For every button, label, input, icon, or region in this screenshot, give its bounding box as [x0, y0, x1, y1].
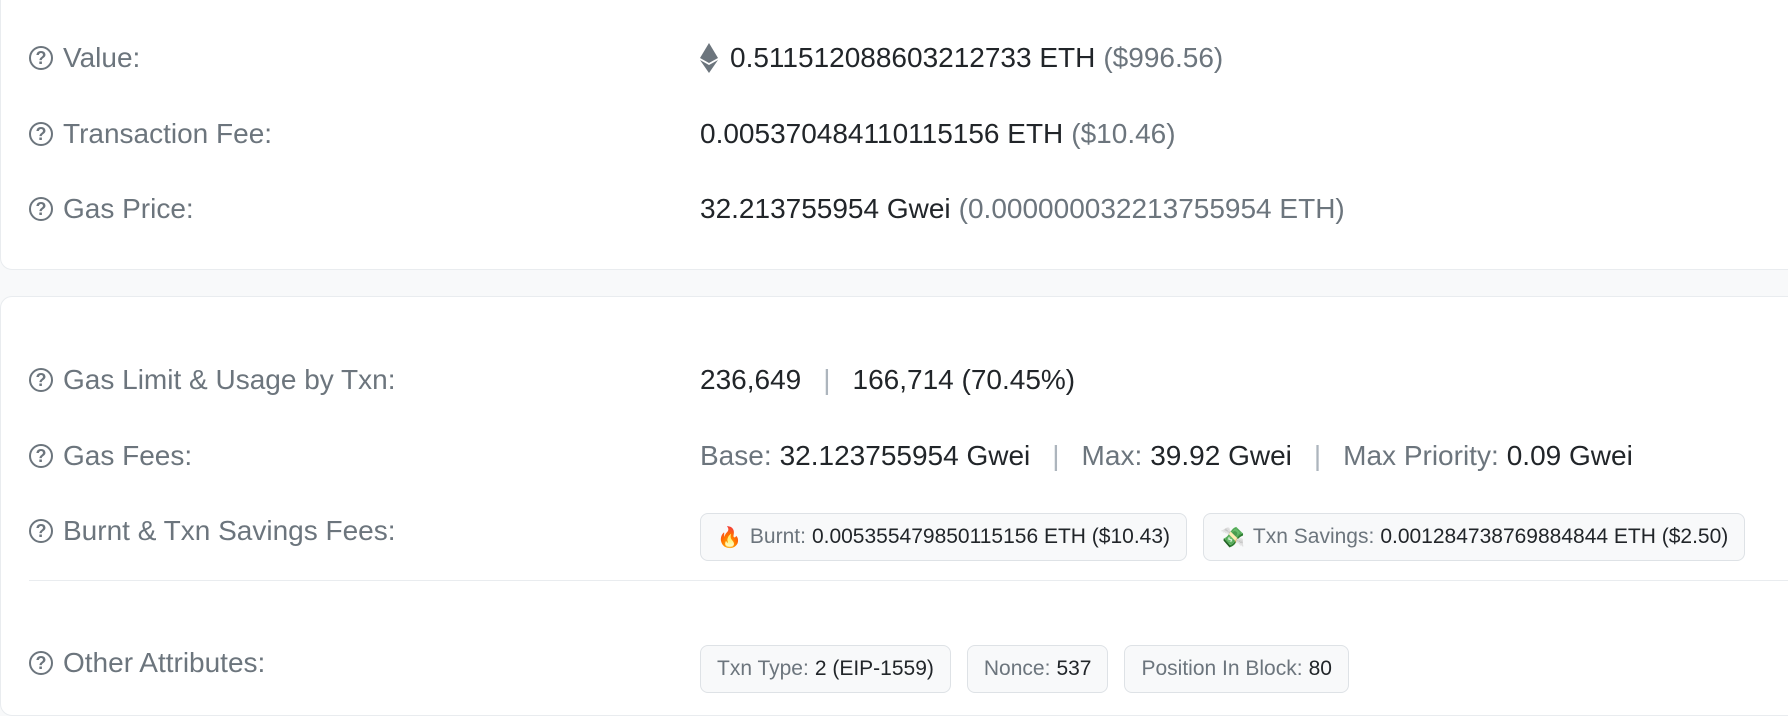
section-divider — [29, 580, 1788, 581]
gas-fees-row: ? Gas Fees: Base: 32.123755954 Gwei | Ma… — [29, 434, 1788, 478]
nonce-key: Nonce: — [983, 657, 1051, 680]
burnt-key: Burnt: — [749, 525, 806, 548]
burnt-savings-label: Burnt & Txn Savings Fees: — [63, 515, 396, 546]
gas-limit-label: Gas Limit & Usage by Txn: — [63, 364, 396, 395]
position-in-block-key: Position In Block: — [1141, 657, 1303, 680]
burnt-fees-chip: 🔥 Burnt: 0.005355479850115156 ETH ($10.4… — [700, 513, 1188, 561]
nonce-value: 537 — [1056, 657, 1092, 680]
gas-price-label: Gas Price: — [63, 193, 194, 224]
question-circle-icon[interactable]: ? — [29, 519, 53, 543]
gas-usage-value: 166,714 (70.45%) — [852, 364, 1076, 395]
value-label: Value: — [63, 42, 141, 73]
question-circle-icon[interactable]: ? — [29, 197, 53, 221]
txn-savings-chip: 💸 Txn Savings: 0.001284738769884844 ETH … — [1203, 513, 1746, 561]
question-circle-icon[interactable]: ? — [29, 46, 53, 70]
other-attributes-label: Other Attributes: — [63, 647, 266, 678]
gas-fees-label: Gas Fees: — [63, 440, 193, 471]
transaction-fee-amount: 0.005370484110115156 ETH — [700, 118, 1064, 149]
max-priority-key: Max Priority: — [1343, 440, 1499, 471]
value-amount: 0.511512088603212733 ETH — [730, 42, 1096, 73]
nonce-chip: Nonce: 537 — [966, 645, 1109, 693]
max-fee-value: 39.92 Gwei — [1150, 440, 1292, 471]
money-wings-icon: 💸 — [1220, 526, 1245, 549]
gas-limit-row: ? Gas Limit & Usage by Txn: 236,649 | 16… — [29, 358, 1788, 402]
fire-icon: 🔥 — [717, 526, 742, 549]
value-usd: ($996.56) — [1103, 42, 1224, 73]
gas-limit-value: 236,649 — [700, 364, 802, 395]
question-circle-icon[interactable]: ? — [29, 122, 53, 146]
txn-savings-value: 0.001284738769884844 ETH ($2.50) — [1380, 525, 1729, 548]
question-circle-icon[interactable]: ? — [29, 651, 53, 675]
transaction-summary-card: ? Value: 0.511512088603212733 ETH ($996.… — [0, 0, 1788, 270]
txn-type-value: 2 (EIP-1559) — [814, 657, 934, 680]
question-circle-icon[interactable]: ? — [29, 444, 53, 468]
question-circle-icon[interactable]: ? — [29, 368, 53, 392]
gas-price-row: ? Gas Price: 32.213755954 Gwei (0.000000… — [29, 187, 1788, 231]
transaction-fee-row: ? Transaction Fee: 0.005370484110115156 … — [29, 112, 1788, 156]
burnt-savings-row: ? Burnt & Txn Savings Fees: 🔥 Burnt: 0.0… — [29, 509, 1788, 561]
max-priority-value: 0.09 Gwei — [1506, 440, 1633, 471]
transaction-fee-label: Transaction Fee: — [63, 118, 273, 149]
base-fee-key: Base: — [700, 440, 772, 471]
position-in-block-value: 80 — [1308, 657, 1332, 680]
txn-type-chip: Txn Type: 2 (EIP-1559) — [700, 645, 951, 693]
other-attributes-row: ? Other Attributes: Txn Type: 2 (EIP-155… — [29, 641, 1788, 693]
position-in-block-chip: Position In Block: 80 — [1124, 645, 1349, 693]
max-fee-key: Max: — [1081, 440, 1143, 471]
separator: | — [823, 364, 831, 395]
txn-type-key: Txn Type: — [717, 657, 809, 680]
burnt-value: 0.005355479850115156 ETH ($10.43) — [811, 525, 1171, 548]
base-fee-value: 32.123755954 Gwei — [779, 440, 1031, 471]
value-row: ? Value: 0.511512088603212733 ETH ($996.… — [29, 36, 1788, 80]
gas-price-amount: 32.213755954 Gwei — [700, 193, 951, 224]
separator: | — [1052, 440, 1060, 471]
separator: | — [1313, 440, 1322, 471]
gas-price-eth: (0.000000032213755954 ETH) — [958, 193, 1345, 224]
transaction-fee-usd: ($10.46) — [1071, 118, 1176, 149]
txn-savings-key: Txn Savings: — [1252, 525, 1375, 548]
gas-details-card: ? Gas Limit & Usage by Txn: 236,649 | 16… — [0, 296, 1788, 716]
ethereum-icon — [700, 43, 718, 73]
